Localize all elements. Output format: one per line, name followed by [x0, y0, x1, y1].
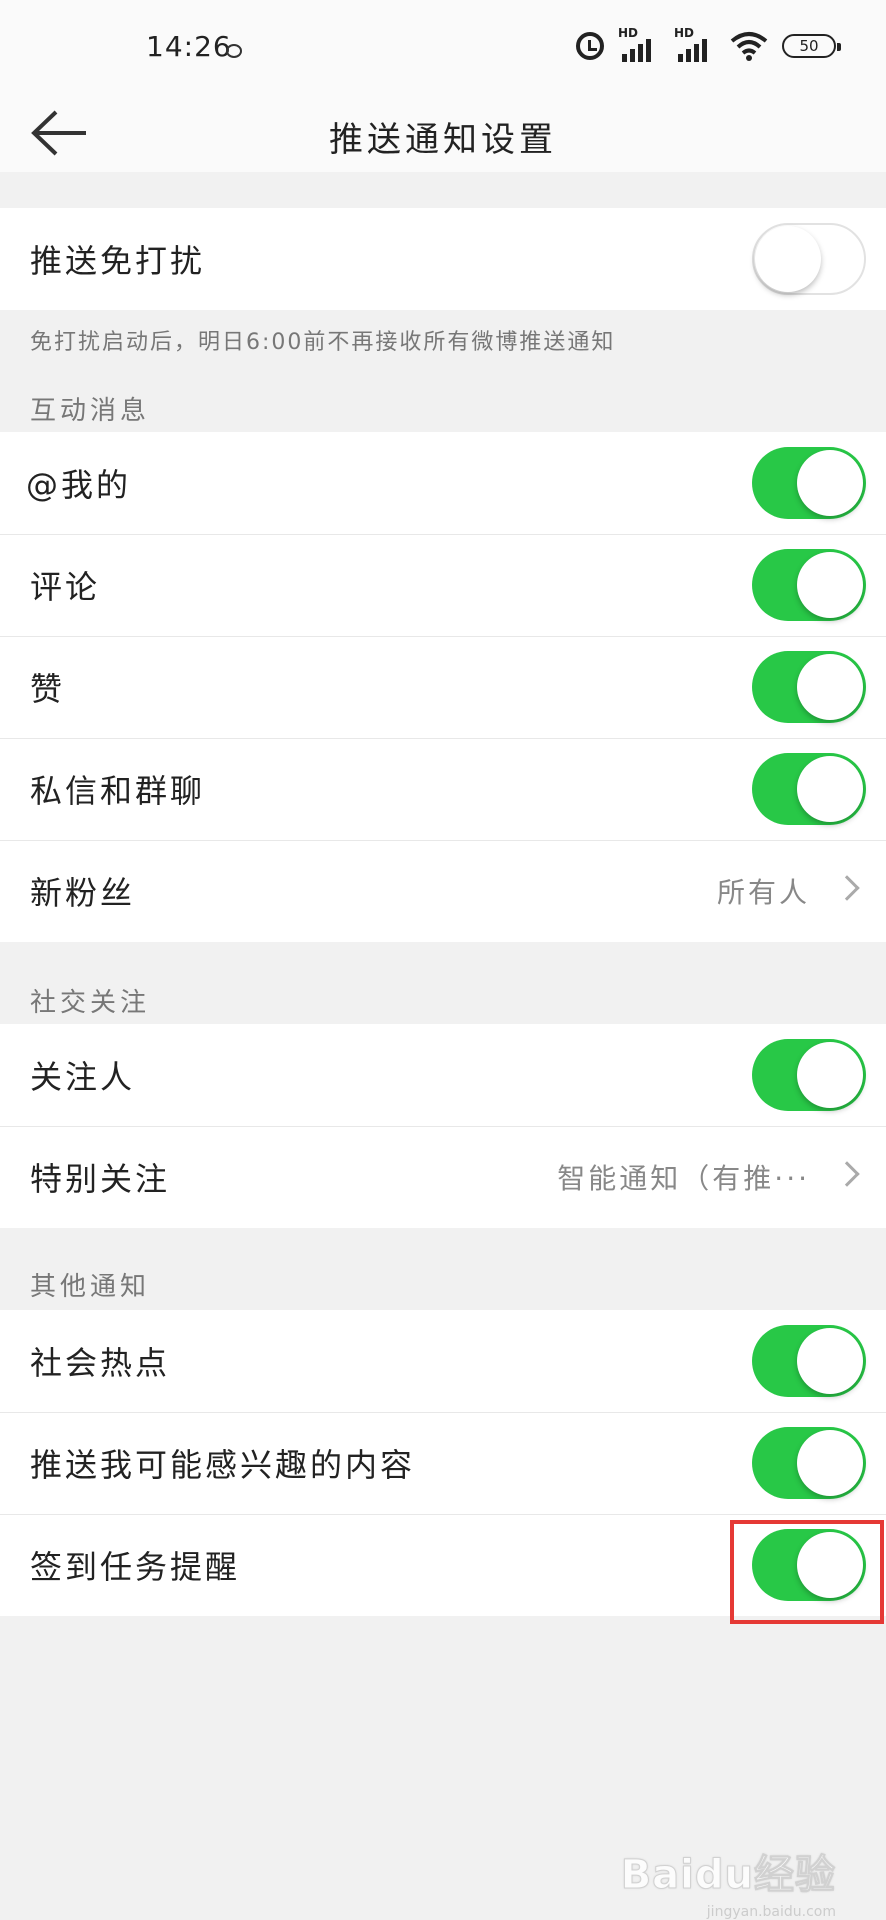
social-card: 关注人 特别关注 智能通知（有推··· — [0, 1024, 886, 1228]
hot-topics-toggle[interactable] — [752, 1325, 866, 1397]
row-mentions: @我的 — [0, 432, 886, 534]
chevron-right-icon — [834, 1161, 860, 1187]
row-special-follow[interactable]: 特别关注 智能通知（有推··· — [0, 1126, 886, 1228]
page-title: 推送通知设置 — [329, 120, 557, 160]
interaction-card: @我的 评论 赞 私信和群聊 新粉丝 所有人 — [0, 432, 886, 942]
status-bar: 14:26 HD HD 50 — [0, 0, 886, 100]
watermark: Baidu经验 — [620, 1842, 836, 1900]
nav-bar: 推送通知设置 — [0, 100, 886, 172]
row-label: 签到任务提醒 — [30, 1548, 241, 1586]
following-toggle[interactable] — [752, 1039, 866, 1111]
mentions-toggle[interactable] — [752, 447, 866, 519]
signal-icon-2: HD — [674, 26, 716, 62]
interests-toggle[interactable] — [752, 1427, 866, 1499]
row-following: 关注人 — [0, 1024, 886, 1126]
row-label: 评论 — [30, 568, 101, 606]
section-header-other: 其他通知 — [30, 1272, 151, 1302]
row-new-followers[interactable]: 新粉丝 所有人 — [0, 840, 886, 942]
row-checkin-reminder: 签到任务提醒 — [0, 1514, 886, 1616]
signal-icon-1: HD — [618, 26, 660, 62]
row-label: 赞 — [30, 670, 66, 708]
section-header-social: 社交关注 — [30, 988, 151, 1018]
row-label: 社会热点 — [30, 1344, 171, 1382]
row-label: 推送我可能感兴趣的内容 — [30, 1446, 416, 1484]
row-label: 特别关注 — [30, 1160, 171, 1198]
special-follow-value: 智能通知（有推··· — [557, 1162, 810, 1195]
notification-icon — [226, 44, 242, 58]
row-hot-topics: 社会热点 — [0, 1310, 886, 1412]
section-header-interaction: 互动消息 — [30, 396, 151, 426]
messages-toggle[interactable] — [752, 753, 866, 825]
watermark-text: Baidu经验 — [620, 1852, 836, 1899]
dnd-toggle[interactable] — [752, 223, 866, 295]
row-label: 新粉丝 — [30, 874, 136, 912]
alarm-icon — [576, 32, 604, 60]
chevron-right-icon — [834, 875, 860, 901]
row-label: 私信和群聊 — [30, 772, 206, 810]
checkin-reminder-toggle[interactable] — [752, 1529, 866, 1601]
comments-toggle[interactable] — [752, 549, 866, 621]
new-followers-value: 所有人 — [716, 876, 810, 909]
dnd-note: 免打扰启动后，明日6:00前不再接收所有微博推送通知 — [30, 330, 616, 355]
status-icons: HD HD 50 — [576, 26, 841, 62]
row-messages: 私信和群聊 — [0, 738, 886, 840]
watermark-sub: jingyan.baidu.com — [706, 1904, 836, 1920]
row-label: 关注人 — [30, 1058, 136, 1096]
hd-label-1: HD — [618, 26, 639, 40]
row-interests: 推送我可能感兴趣的内容 — [0, 1412, 886, 1514]
dnd-row: 推送免打扰 — [0, 208, 886, 310]
hd-label-2: HD — [674, 26, 695, 40]
status-time: 14:26 — [146, 30, 232, 63]
row-likes: 赞 — [0, 636, 886, 738]
wifi-icon — [730, 31, 768, 61]
dnd-card: 推送免打扰 — [0, 208, 886, 310]
battery-icon: 50 — [782, 34, 841, 58]
likes-toggle[interactable] — [752, 651, 866, 723]
row-comments: 评论 — [0, 534, 886, 636]
row-label: @我的 — [26, 466, 132, 504]
other-card: 社会热点 推送我可能感兴趣的内容 签到任务提醒 — [0, 1310, 886, 1616]
dnd-label: 推送免打扰 — [30, 242, 206, 280]
